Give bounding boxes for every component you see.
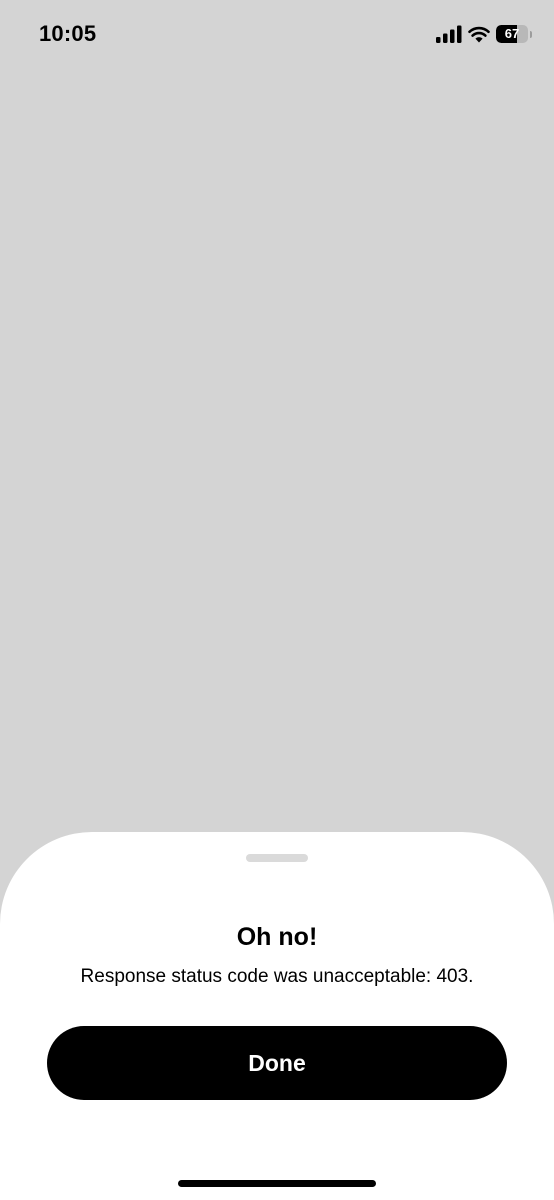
battery-cap xyxy=(530,30,532,38)
done-button[interactable]: Done xyxy=(47,1026,507,1100)
battery-body: 67 xyxy=(496,25,528,43)
wifi-icon xyxy=(468,26,490,43)
home-indicator[interactable] xyxy=(178,1180,376,1187)
sheet-grabber-handle[interactable] xyxy=(246,854,308,862)
error-title: Oh no! xyxy=(236,923,318,951)
battery-icon: 67 xyxy=(496,24,532,44)
battery-level: 67 xyxy=(504,26,520,41)
status-time: 10:05 xyxy=(39,21,97,46)
status-bar: 10:05 67 xyxy=(0,0,554,70)
signal-icon xyxy=(436,25,462,43)
error-message: Response status code was unacceptable: 4… xyxy=(80,966,474,987)
status-icons: 67 xyxy=(436,22,532,46)
error-bottom-sheet: Oh no! Response status code was unaccept… xyxy=(0,832,554,1200)
